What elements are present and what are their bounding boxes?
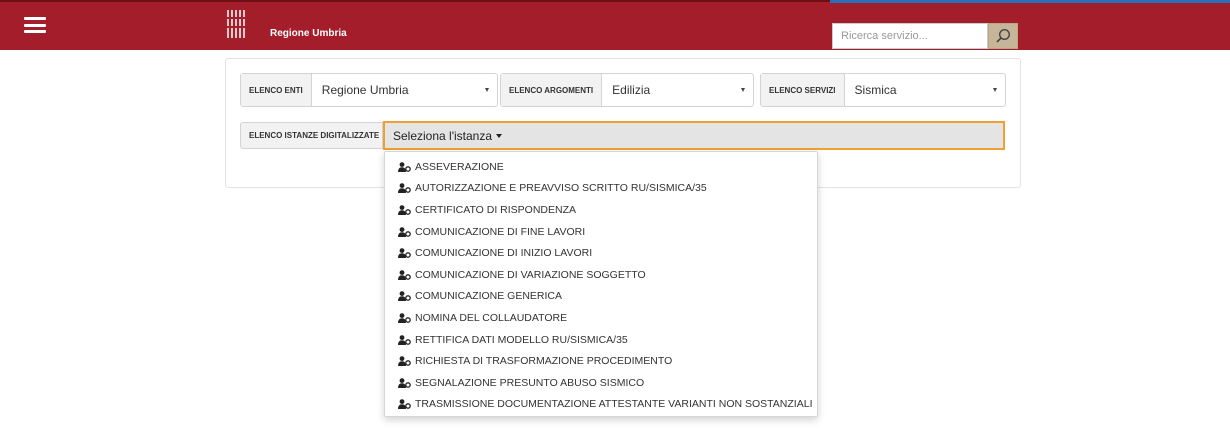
user-key-icon: [398, 377, 411, 388]
user-key-icon: [398, 334, 411, 345]
menu-item-label: SEGNALAZIONE PRESUNTO ABUSO SISMICO: [415, 376, 645, 389]
user-key-icon: [398, 356, 411, 367]
menu-item-label: NOMINA DEL COLLAUDATORE: [415, 311, 568, 324]
enti-label: ELENCO ENTI: [241, 74, 312, 106]
menu-icon[interactable]: [24, 17, 46, 33]
menu-item-label: TRASMISSIONE DOCUMENTAZIONE ATTESTANTE V…: [415, 398, 813, 411]
search-icon: [996, 28, 1011, 43]
caret-down-icon: [496, 133, 503, 138]
menu-item-trasformazione[interactable]: RICHIESTA DI TRASFORMAZIONE PROCEDIMENTO: [385, 350, 817, 372]
user-key-icon: [398, 269, 411, 280]
servizi-value-text: Sismica: [854, 83, 897, 97]
regione-logo[interactable]: [226, 9, 248, 39]
servizi-value[interactable]: Sismica: [845, 74, 1005, 106]
istanze-dropdown-menu: ASSEVERAZIONE AUTORIZZAZIONE E PREAVVISO…: [384, 151, 818, 417]
menu-item-abuso-sismico[interactable]: SEGNALAZIONE PRESUNTO ABUSO SISMICO: [385, 372, 817, 394]
user-key-icon: [398, 399, 411, 410]
menu-item-variazione-soggetto[interactable]: COMUNICAZIONE DI VARIAZIONE SOGGETTO: [385, 264, 817, 286]
menu-item-fine-lavori[interactable]: COMUNICAZIONE DI FINE LAVORI: [385, 221, 817, 243]
menu-item-label: COMUNICAZIONE DI INIZIO LAVORI: [415, 247, 593, 260]
istanze-label: ELENCO ISTANZE DIGITALIZZATE: [240, 122, 383, 149]
user-key-icon: [398, 161, 411, 172]
user-key-icon: [398, 205, 411, 215]
enti-value[interactable]: Regione Umbria: [312, 74, 497, 106]
menu-item-comunicazione-generica[interactable]: COMUNICAZIONE GENERICA: [385, 286, 817, 308]
menu-item-asseverazione[interactable]: ASSEVERAZIONE: [385, 156, 817, 178]
menu-item-label: CERTIFICATO DI RISPONDENZA: [415, 203, 577, 216]
user-key-icon: [398, 248, 411, 259]
user-key-icon: [398, 226, 411, 237]
menu-item-nomina-collaudatore[interactable]: NOMINA DEL COLLAUDATORE: [385, 307, 817, 329]
argomenti-value-text: Edilizia: [612, 83, 651, 97]
menu-item-label: AUTORIZZAZIONE E PREAVVISO SCRITTO RU/SI…: [415, 182, 707, 195]
menu-item-certificato[interactable]: CERTIFICATO DI RISPONDENZA: [385, 199, 817, 221]
user-key-icon: [398, 291, 411, 302]
argomenti-select[interactable]: ELENCO ARGOMENTI Edilizia: [500, 73, 754, 107]
chevron-down-icon: [993, 88, 997, 92]
menu-item-inizio-lavori[interactable]: COMUNICAZIONE DI INIZIO LAVORI: [385, 242, 817, 264]
istanze-dropdown-button[interactable]: Seleziona l'istanza: [383, 121, 1005, 150]
servizi-select[interactable]: ELENCO SERVIZI Sismica: [760, 73, 1006, 107]
enti-value-text: Regione Umbria: [321, 83, 409, 97]
menu-item-rettifica-dati[interactable]: RETTIFICA DATI MODELLO RU/SISMICA/35: [385, 329, 817, 351]
menu-item-label: COMUNICAZIONE GENERICA: [415, 290, 563, 303]
menu-item-label: COMUNICAZIONE DI FINE LAVORI: [415, 225, 586, 238]
search-button[interactable]: [988, 23, 1018, 49]
user-key-icon: [398, 183, 411, 194]
chevron-down-icon: [741, 88, 745, 92]
chevron-down-icon: [485, 88, 489, 92]
brand-name[interactable]: Regione Umbria: [270, 28, 347, 39]
enti-select[interactable]: ELENCO ENTI Regione Umbria: [240, 73, 498, 107]
menu-item-autorizzazione[interactable]: AUTORIZZAZIONE E PREAVVISO SCRITTO RU/SI…: [385, 178, 817, 200]
argomenti-label: ELENCO ARGOMENTI: [501, 74, 603, 106]
accent-line: [830, 0, 1230, 3]
menu-item-label: ASSEVERAZIONE: [415, 160, 504, 173]
menu-item-trasmissione[interactable]: TRASMISSIONE DOCUMENTAZIONE ATTESTANTE V…: [385, 394, 817, 416]
top-bar: Regione Umbria: [0, 0, 1230, 50]
search-input[interactable]: [832, 23, 988, 49]
argomenti-value[interactable]: Edilizia: [602, 74, 753, 106]
servizi-label: ELENCO SERVIZI: [761, 74, 845, 106]
search-box: [832, 23, 1018, 49]
user-key-icon: [398, 313, 411, 323]
menu-item-label: RICHIESTA DI TRASFORMAZIONE PROCEDIMENTO: [415, 355, 673, 368]
istanze-button-text: Seleziona l'istanza: [393, 128, 493, 143]
menu-item-label: RETTIFICA DATI MODELLO RU/SISMICA/35: [415, 333, 628, 346]
menu-item-label: COMUNICAZIONE DI VARIAZIONE SOGGETTO: [415, 268, 646, 281]
